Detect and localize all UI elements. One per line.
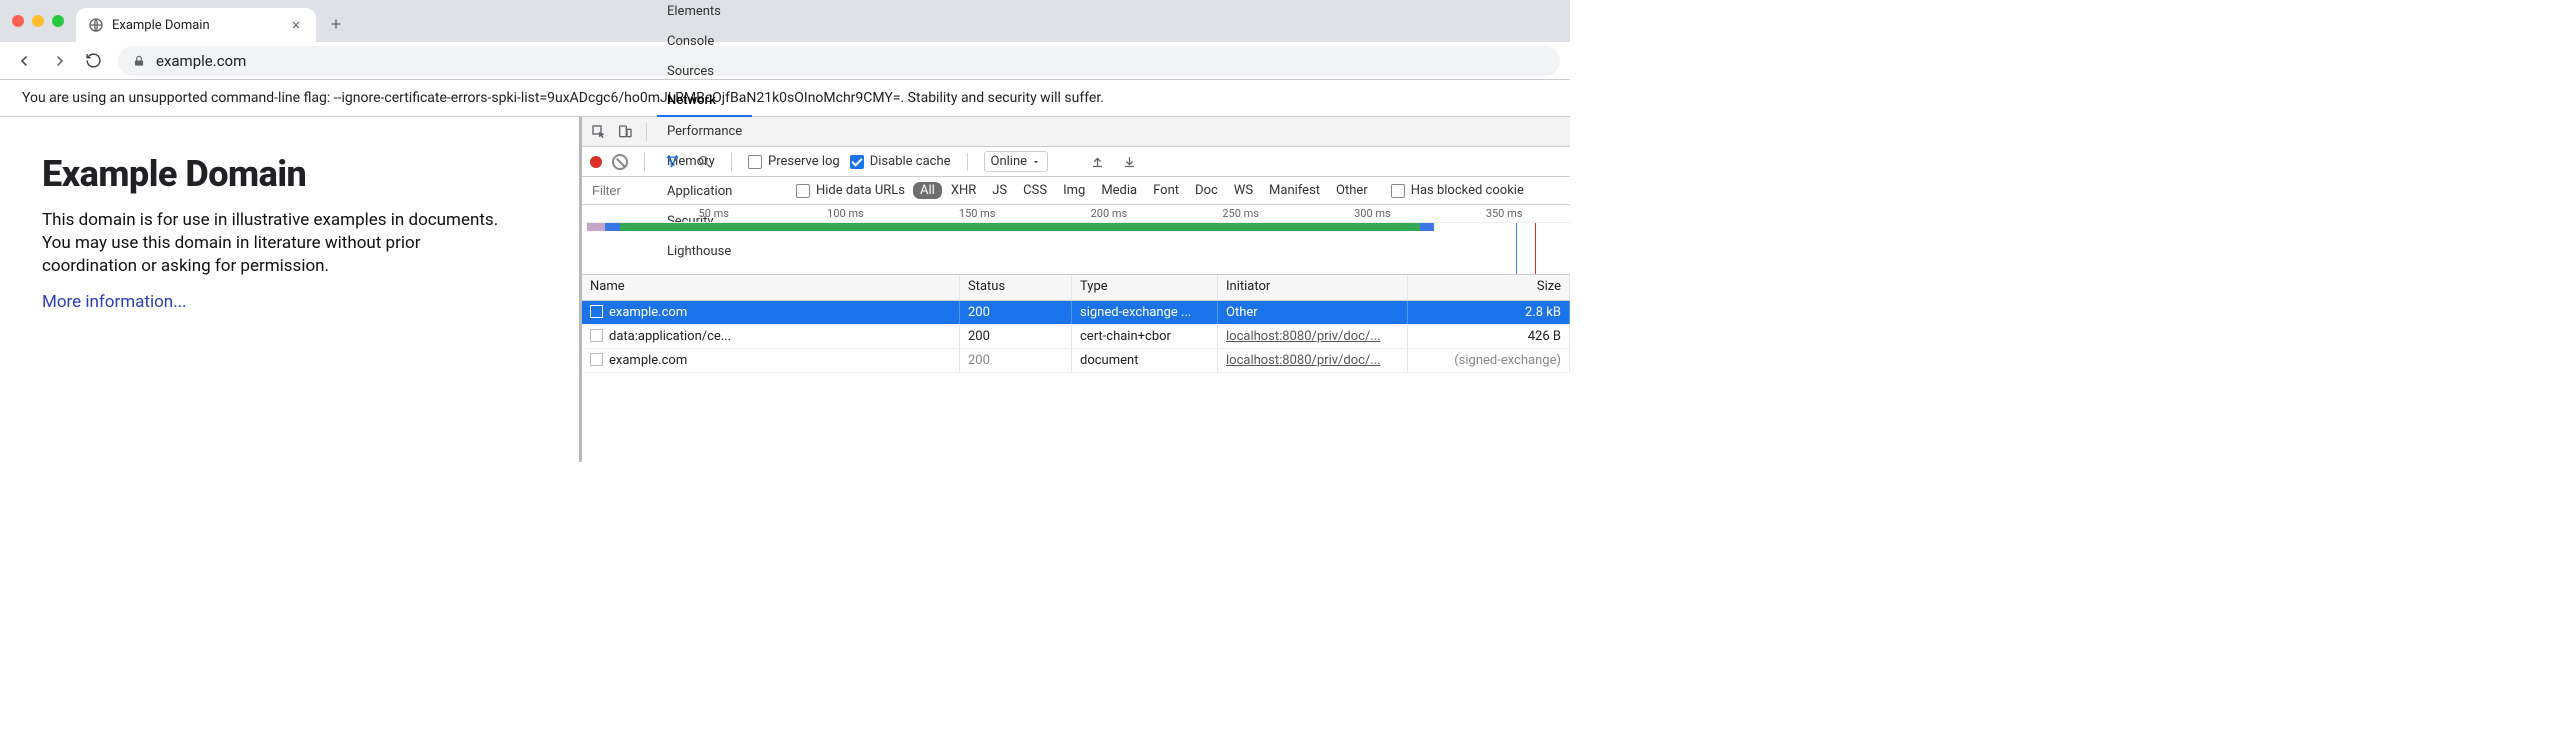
lock-icon	[132, 54, 146, 68]
col-size[interactable]: Size	[1408, 275, 1570, 300]
browser-tabstrip: Example Domain	[0, 0, 1570, 42]
page-paragraph: This domain is for use in illustrative e…	[42, 209, 512, 278]
file-icon	[590, 353, 603, 366]
filter-icon[interactable]	[661, 151, 683, 173]
device-toolbar-icon[interactable]	[614, 121, 636, 143]
filter-chip-doc[interactable]: Doc	[1188, 182, 1225, 199]
download-har-icon[interactable]	[1118, 151, 1140, 173]
filter-chip-img[interactable]: Img	[1056, 182, 1092, 199]
maximize-window-button[interactable]	[52, 15, 64, 27]
devtools-panel: ElementsConsoleSourcesNetworkPerformance…	[582, 117, 1570, 462]
page-content: Example Domain This domain is for use in…	[0, 117, 582, 462]
devtools-tab-sources[interactable]: Sources	[657, 57, 752, 87]
throttling-value: Online	[991, 154, 1028, 169]
window-controls	[8, 0, 76, 42]
close-window-button[interactable]	[12, 15, 24, 27]
globe-icon	[88, 17, 104, 33]
record-button[interactable]	[590, 156, 602, 168]
filter-chip-media[interactable]: Media	[1094, 182, 1144, 199]
file-icon	[590, 329, 603, 342]
filter-chip-xhr[interactable]: XHR	[944, 182, 983, 199]
col-status[interactable]: Status	[960, 275, 1072, 300]
timeline-tick: 150 ms	[959, 207, 996, 220]
preserve-log-label: Preserve log	[768, 154, 840, 169]
clear-button[interactable]	[612, 154, 628, 170]
filter-chip-js[interactable]: JS	[985, 182, 1014, 199]
network-toolbar: Preserve log Disable cache Online	[582, 147, 1570, 177]
disable-cache-label: Disable cache	[870, 154, 951, 169]
address-bar[interactable]: example.com	[118, 46, 1560, 76]
minimize-window-button[interactable]	[32, 15, 44, 27]
request-table-header: Name Status Type Initiator Size	[582, 275, 1570, 301]
filter-chip-css[interactable]: CSS	[1016, 182, 1054, 199]
network-timeline[interactable]: 50 ms 100 ms 150 ms 200 ms 250 ms 300 ms 350 m…	[582, 205, 1570, 275]
page-heading: Example Domain	[42, 153, 545, 195]
close-tab-icon[interactable]	[288, 17, 304, 33]
reload-button[interactable]	[78, 46, 108, 76]
blocked-cookies-label: Has blocked cookie	[1411, 183, 1524, 198]
filter-chip-manifest[interactable]: Manifest	[1262, 182, 1327, 199]
devtools-tab-network[interactable]: Network	[657, 87, 752, 117]
timeline-tick: 100 ms	[827, 207, 864, 220]
url-text: example.com	[156, 52, 246, 70]
throttling-select[interactable]: Online	[984, 151, 1049, 172]
timeline-tick: 350 ms	[1486, 207, 1523, 220]
timeline-tick: 300 ms	[1354, 207, 1391, 220]
preserve-log-checkbox[interactable]: Preserve log	[748, 154, 840, 169]
col-name[interactable]: Name	[582, 275, 960, 300]
filter-chip-ws[interactable]: WS	[1227, 182, 1260, 199]
filter-input[interactable]	[588, 181, 788, 200]
inspect-element-icon[interactable]	[588, 121, 610, 143]
filter-chip-font[interactable]: Font	[1146, 182, 1186, 199]
filter-chip-other[interactable]: Other	[1329, 182, 1375, 199]
tab-title: Example Domain	[112, 18, 280, 33]
infobar-warning: You are using an unsupported command-lin…	[0, 80, 1570, 117]
col-initiator[interactable]: Initiator	[1218, 275, 1408, 300]
hide-data-urls-label: Hide data URLs	[816, 183, 905, 198]
disable-cache-checkbox[interactable]: Disable cache	[850, 154, 951, 169]
devtools-tab-console[interactable]: Console	[657, 27, 752, 57]
network-filterbar: Hide data URLs AllXHRJSCSSImgMediaFontDo…	[582, 177, 1570, 205]
devtools-tab-performance[interactable]: Performance	[657, 117, 752, 147]
back-button[interactable]	[10, 46, 40, 76]
request-row[interactable]: data:application/ce...200cert-chain+cbor…	[582, 325, 1570, 349]
devtools-tabbar: ElementsConsoleSourcesNetworkPerformance…	[582, 117, 1570, 147]
search-icon[interactable]	[693, 151, 715, 173]
chevron-down-icon	[1031, 157, 1041, 167]
timeline-tick: 50 ms	[699, 207, 729, 220]
new-tab-button[interactable]	[322, 10, 350, 38]
browser-toolbar: example.com	[0, 42, 1570, 80]
filter-chip-all[interactable]: All	[913, 182, 942, 199]
forward-button[interactable]	[44, 46, 74, 76]
blocked-cookies-checkbox[interactable]: Has blocked cookie	[1391, 183, 1524, 198]
timeline-tick: 250 ms	[1222, 207, 1259, 220]
active-tab[interactable]: Example Domain	[76, 8, 316, 42]
more-info-link[interactable]: More information...	[42, 292, 187, 312]
col-type[interactable]: Type	[1072, 275, 1218, 300]
devtools-tab-elements[interactable]: Elements	[657, 0, 752, 27]
timeline-tick: 200 ms	[1091, 207, 1128, 220]
hide-data-urls-checkbox[interactable]: Hide data URLs	[796, 183, 905, 198]
request-row[interactable]: example.com200documentlocalhost:8080/pri…	[582, 349, 1570, 373]
request-row[interactable]: example.com200signed-exchange ...Other2.…	[582, 301, 1570, 325]
file-icon	[590, 305, 603, 318]
upload-har-icon[interactable]	[1086, 151, 1108, 173]
